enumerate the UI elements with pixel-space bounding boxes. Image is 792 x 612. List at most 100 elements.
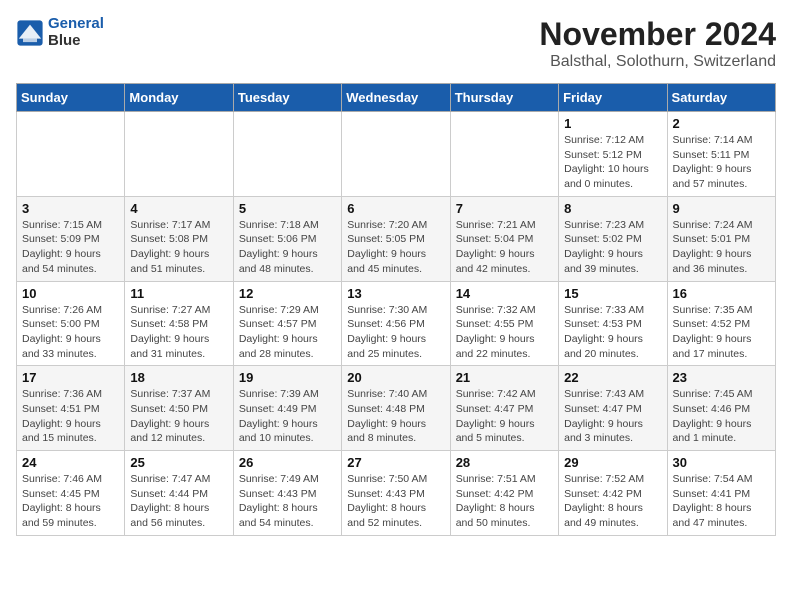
- calendar-cell: 25 Sunrise: 7:47 AM Sunset: 4:44 PM Dayli…: [125, 451, 233, 536]
- day-number: 14: [456, 286, 553, 301]
- day-detail: Sunrise: 7:26 AM Sunset: 5:00 PM Dayligh…: [22, 303, 119, 362]
- weekday-header-wednesday: Wednesday: [342, 84, 450, 112]
- calendar-header: SundayMondayTuesdayWednesdayThursdayFrid…: [17, 84, 776, 112]
- day-detail: Sunrise: 7:20 AM Sunset: 5:05 PM Dayligh…: [347, 218, 444, 277]
- day-number: 1: [564, 116, 661, 131]
- calendar-cell: 29 Sunrise: 7:52 AM Sunset: 4:42 PM Dayli…: [559, 451, 667, 536]
- day-number: 10: [22, 286, 119, 301]
- weekday-header-saturday: Saturday: [667, 84, 775, 112]
- day-number: 4: [130, 201, 227, 216]
- calendar-cell: 22Sunrise: 7:43 AM Sunset: 4:47 PM Dayli…: [559, 366, 667, 451]
- day-number: 6: [347, 201, 444, 216]
- calendar-cell: 13 Sunrise: 7:30 AM Sunset: 4:56 PM Dayli…: [342, 281, 450, 366]
- day-detail: Sunrise: 7:14 AM Sunset: 5:11 PM Dayligh…: [673, 133, 770, 192]
- calendar-body: 1Sunrise: 7:12 AM Sunset: 5:12 PM Daylig…: [17, 112, 776, 536]
- day-number: 30: [673, 455, 770, 470]
- calendar-cell: 30 Sunrise: 7:54 AM Sunset: 4:41 PM Dayli…: [667, 451, 775, 536]
- day-number: 24: [22, 455, 119, 470]
- calendar-table: SundayMondayTuesdayWednesdayThursdayFrid…: [16, 83, 776, 536]
- day-number: 21: [456, 370, 553, 385]
- calendar-cell: [342, 112, 450, 197]
- title-area: November 2024 Balsthal, Solothurn, Switz…: [539, 16, 776, 71]
- weekday-header-monday: Monday: [125, 84, 233, 112]
- calendar-cell: 11 Sunrise: 7:27 AM Sunset: 4:58 PM Dayli…: [125, 281, 233, 366]
- calendar-cell: 19 Sunrise: 7:39 AM Sunset: 4:49 PM Dayli…: [233, 366, 341, 451]
- day-detail: Sunrise: 7:40 AM Sunset: 4:48 PM Dayligh…: [347, 387, 444, 446]
- day-detail: Sunrise: 7:30 AM Sunset: 4:56 PM Dayligh…: [347, 303, 444, 362]
- day-number: 19: [239, 370, 336, 385]
- calendar-cell: 1Sunrise: 7:12 AM Sunset: 5:12 PM Daylig…: [559, 112, 667, 197]
- day-number: 23: [673, 370, 770, 385]
- weekday-header-sunday: Sunday: [17, 84, 125, 112]
- day-detail: Sunrise: 7:23 AM Sunset: 5:02 PM Dayligh…: [564, 218, 661, 277]
- calendar-cell: 28 Sunrise: 7:51 AM Sunset: 4:42 PM Dayli…: [450, 451, 558, 536]
- calendar-week-4: 24 Sunrise: 7:46 AM Sunset: 4:45 PM Dayli…: [17, 451, 776, 536]
- day-detail: Sunrise: 7:54 AM Sunset: 4:41 PM Dayligh…: [673, 472, 770, 531]
- day-number: 28: [456, 455, 553, 470]
- calendar-cell: [17, 112, 125, 197]
- calendar-cell: 17Sunrise: 7:36 AM Sunset: 4:51 PM Dayli…: [17, 366, 125, 451]
- day-number: 25: [130, 455, 227, 470]
- day-detail: Sunrise: 7:29 AM Sunset: 4:57 PM Dayligh…: [239, 303, 336, 362]
- day-number: 7: [456, 201, 553, 216]
- header: General Blue November 2024 Balsthal, Sol…: [16, 16, 776, 71]
- calendar-week-0: 1Sunrise: 7:12 AM Sunset: 5:12 PM Daylig…: [17, 112, 776, 197]
- calendar-cell: [450, 112, 558, 197]
- logo-text: General Blue: [48, 16, 104, 49]
- calendar-week-2: 10 Sunrise: 7:26 AM Sunset: 5:00 PM Dayli…: [17, 281, 776, 366]
- day-number: 9: [673, 201, 770, 216]
- day-number: 12: [239, 286, 336, 301]
- calendar-week-1: 3Sunrise: 7:15 AM Sunset: 5:09 PM Daylig…: [17, 196, 776, 281]
- day-detail: Sunrise: 7:35 AM Sunset: 4:52 PM Dayligh…: [673, 303, 770, 362]
- day-detail: Sunrise: 7:36 AM Sunset: 4:51 PM Dayligh…: [22, 387, 119, 446]
- page-title: November 2024: [539, 16, 776, 53]
- calendar-cell: 15 Sunrise: 7:33 AM Sunset: 4:53 PM Dayli…: [559, 281, 667, 366]
- day-detail: Sunrise: 7:27 AM Sunset: 4:58 PM Dayligh…: [130, 303, 227, 362]
- day-detail: Sunrise: 7:37 AM Sunset: 4:50 PM Dayligh…: [130, 387, 227, 446]
- day-number: 13: [347, 286, 444, 301]
- logo-icon: [16, 19, 44, 47]
- calendar-cell: [233, 112, 341, 197]
- calendar-cell: [125, 112, 233, 197]
- calendar-cell: 24 Sunrise: 7:46 AM Sunset: 4:45 PM Dayli…: [17, 451, 125, 536]
- calendar-cell: 8 Sunrise: 7:23 AM Sunset: 5:02 PM Daylig…: [559, 196, 667, 281]
- day-number: 11: [130, 286, 227, 301]
- calendar-cell: 27 Sunrise: 7:50 AM Sunset: 4:43 PM Dayli…: [342, 451, 450, 536]
- day-detail: Sunrise: 7:42 AM Sunset: 4:47 PM Dayligh…: [456, 387, 553, 446]
- day-detail: Sunrise: 7:52 AM Sunset: 4:42 PM Dayligh…: [564, 472, 661, 531]
- calendar-cell: 16 Sunrise: 7:35 AM Sunset: 4:52 PM Dayli…: [667, 281, 775, 366]
- day-detail: Sunrise: 7:24 AM Sunset: 5:01 PM Dayligh…: [673, 218, 770, 277]
- day-detail: Sunrise: 7:46 AM Sunset: 4:45 PM Dayligh…: [22, 472, 119, 531]
- day-detail: Sunrise: 7:47 AM Sunset: 4:44 PM Dayligh…: [130, 472, 227, 531]
- day-detail: Sunrise: 7:33 AM Sunset: 4:53 PM Dayligh…: [564, 303, 661, 362]
- day-number: 29: [564, 455, 661, 470]
- day-number: 20: [347, 370, 444, 385]
- day-detail: Sunrise: 7:51 AM Sunset: 4:42 PM Dayligh…: [456, 472, 553, 531]
- day-detail: Sunrise: 7:45 AM Sunset: 4:46 PM Dayligh…: [673, 387, 770, 446]
- day-number: 16: [673, 286, 770, 301]
- calendar-cell: 4Sunrise: 7:17 AM Sunset: 5:08 PM Daylig…: [125, 196, 233, 281]
- weekday-header-row: SundayMondayTuesdayWednesdayThursdayFrid…: [17, 84, 776, 112]
- day-number: 8: [564, 201, 661, 216]
- calendar-cell: 9 Sunrise: 7:24 AM Sunset: 5:01 PM Daylig…: [667, 196, 775, 281]
- calendar-cell: 7Sunrise: 7:21 AM Sunset: 5:04 PM Daylig…: [450, 196, 558, 281]
- day-detail: Sunrise: 7:15 AM Sunset: 5:09 PM Dayligh…: [22, 218, 119, 277]
- day-detail: Sunrise: 7:39 AM Sunset: 4:49 PM Dayligh…: [239, 387, 336, 446]
- day-detail: Sunrise: 7:32 AM Sunset: 4:55 PM Dayligh…: [456, 303, 553, 362]
- weekday-header-friday: Friday: [559, 84, 667, 112]
- calendar-cell: 2 Sunrise: 7:14 AM Sunset: 5:11 PM Daylig…: [667, 112, 775, 197]
- day-number: 26: [239, 455, 336, 470]
- calendar-cell: 23 Sunrise: 7:45 AM Sunset: 4:46 PM Dayli…: [667, 366, 775, 451]
- day-number: 27: [347, 455, 444, 470]
- day-detail: Sunrise: 7:50 AM Sunset: 4:43 PM Dayligh…: [347, 472, 444, 531]
- day-number: 18: [130, 370, 227, 385]
- day-number: 22: [564, 370, 661, 385]
- calendar-cell: 10 Sunrise: 7:26 AM Sunset: 5:00 PM Dayli…: [17, 281, 125, 366]
- day-number: 2: [673, 116, 770, 131]
- day-number: 15: [564, 286, 661, 301]
- calendar-cell: 14 Sunrise: 7:32 AM Sunset: 4:55 PM Dayli…: [450, 281, 558, 366]
- calendar-week-3: 17Sunrise: 7:36 AM Sunset: 4:51 PM Dayli…: [17, 366, 776, 451]
- calendar-cell: 21 Sunrise: 7:42 AM Sunset: 4:47 PM Dayli…: [450, 366, 558, 451]
- logo: General Blue: [16, 16, 104, 49]
- day-detail: Sunrise: 7:49 AM Sunset: 4:43 PM Dayligh…: [239, 472, 336, 531]
